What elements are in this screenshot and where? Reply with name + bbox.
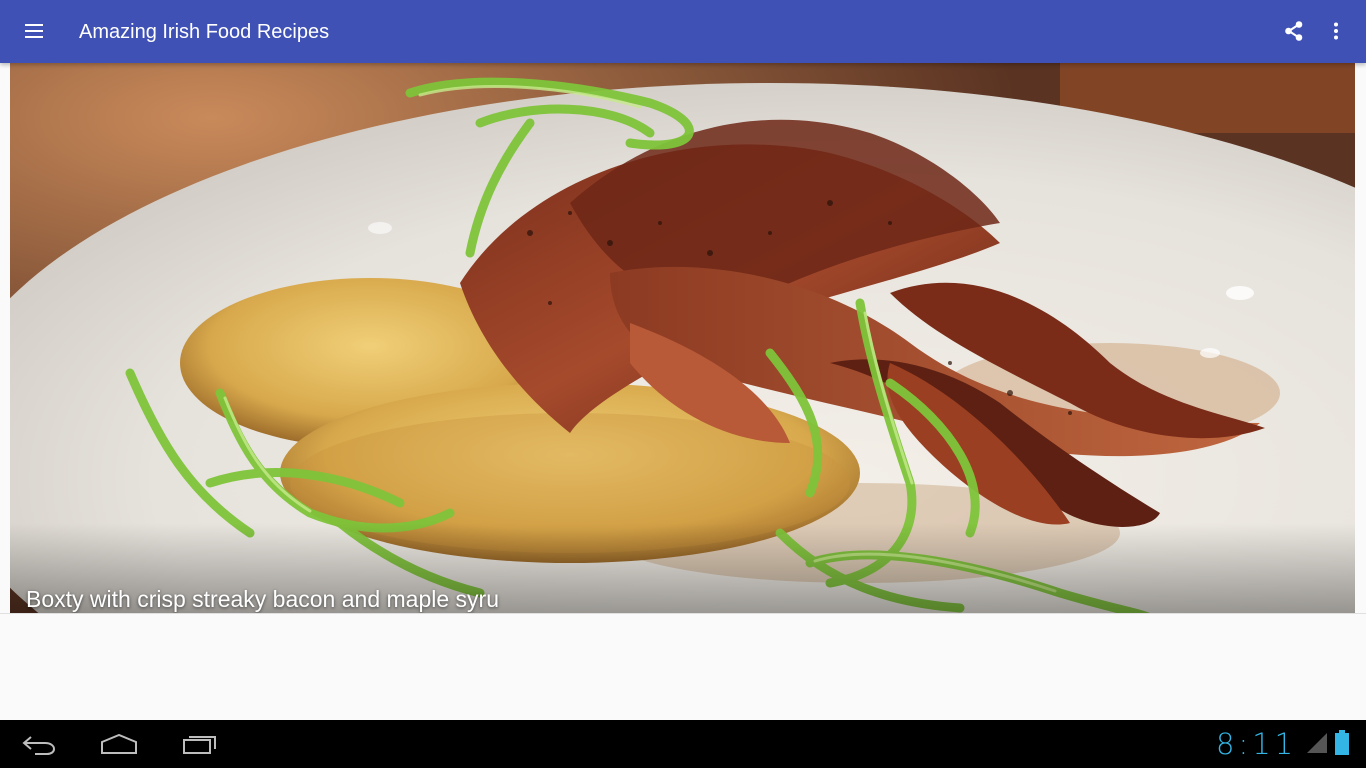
page-title: Amazing Irish Food Recipes — [79, 21, 330, 43]
content-divider — [0, 613, 1366, 614]
more-options-button[interactable] — [1316, 11, 1356, 51]
recent-apps-button[interactable] — [170, 728, 230, 760]
recent-apps-icon — [183, 736, 216, 754]
more-vert-icon — [1334, 22, 1338, 40]
recipe-card[interactable]: Boxty with crisp streaky bacon and maple… — [10, 63, 1355, 613]
share-button[interactable] — [1274, 11, 1314, 51]
home-button[interactable] — [89, 728, 149, 760]
recipe-title: Boxty with crisp streaky bacon and maple… — [26, 586, 499, 612]
back-button[interactable] — [9, 728, 69, 760]
status-clock: 8:11 — [1216, 727, 1298, 761]
signal-icon — [1307, 733, 1327, 753]
share-icon — [1285, 21, 1303, 41]
battery-icon — [1335, 730, 1349, 755]
system-navigation-bar: 8:11 — [0, 720, 1366, 768]
menu-icon — [25, 24, 43, 38]
app-bar: Amazing Irish Food Recipes — [0, 0, 1366, 63]
home-icon — [101, 734, 137, 754]
menu-button[interactable] — [14, 11, 54, 51]
back-icon — [22, 736, 56, 755]
